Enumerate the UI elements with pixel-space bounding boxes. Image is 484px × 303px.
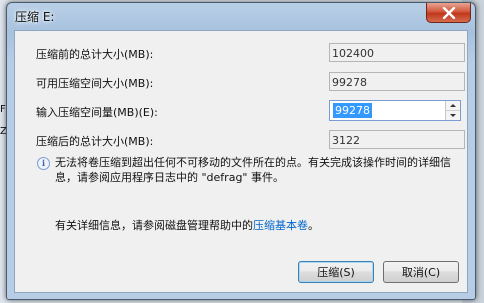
- help-prefix: 有关详细信息，请参阅磁盘管理帮助中的: [55, 219, 253, 232]
- stepper-buttons: [445, 101, 460, 120]
- close-button[interactable]: [426, 3, 471, 23]
- shrink-amount-input[interactable]: 99278: [333, 103, 372, 118]
- input-label: 输入压缩空间量(MB)(E):: [36, 106, 158, 119]
- stepper-down-button[interactable]: [446, 111, 460, 120]
- chevron-down-icon: [450, 114, 456, 117]
- info-message: 无法将卷压缩到超出任何不可移动的文件所在的点。有关完成该操作时间的详细信息，请参…: [55, 156, 451, 184]
- shrink-dialog: 压缩 E: 压缩前的总计大小(MB): 102400 可用压缩空间大小(MB):…: [6, 2, 476, 300]
- help-text: 有关详细信息，请参阅磁盘管理帮助中的压缩基本卷。: [55, 217, 319, 233]
- close-icon: [442, 6, 455, 19]
- available-row: 可用压缩空间大小(MB): 99278: [15, 71, 467, 93]
- shrink-amount-stepper[interactable]: 99278: [329, 100, 461, 121]
- total-before-row: 压缩前的总计大小(MB): 102400: [15, 42, 467, 64]
- window-title: 压缩 E:: [15, 10, 55, 24]
- help-suffix: 。: [308, 219, 319, 232]
- dialog-body: 压缩前的总计大小(MB): 102400 可用压缩空间大小(MB): 99278…: [14, 30, 468, 293]
- total-before-label: 压缩前的总计大小(MB):: [36, 48, 154, 61]
- available-value: 99278: [329, 72, 465, 91]
- chevron-up-icon: [450, 104, 456, 107]
- shrink-button[interactable]: 压缩(S): [298, 261, 374, 283]
- total-after-row: 压缩后的总计大小(MB): 3122: [15, 129, 467, 151]
- info-icon: i: [37, 157, 50, 170]
- stepper-up-button[interactable]: [446, 101, 460, 111]
- available-label: 可用压缩空间大小(MB):: [36, 77, 154, 90]
- total-before-value: 102400: [329, 43, 465, 62]
- total-after-label: 压缩后的总计大小(MB):: [36, 135, 154, 148]
- help-link[interactable]: 压缩基本卷: [253, 219, 308, 232]
- title-bar[interactable]: 压缩 E:: [7, 3, 475, 29]
- cancel-button[interactable]: 取消(C): [383, 261, 459, 283]
- input-row: 输入压缩空间量(MB)(E): 99278: [15, 100, 467, 122]
- total-after-value: 3122: [329, 130, 465, 149]
